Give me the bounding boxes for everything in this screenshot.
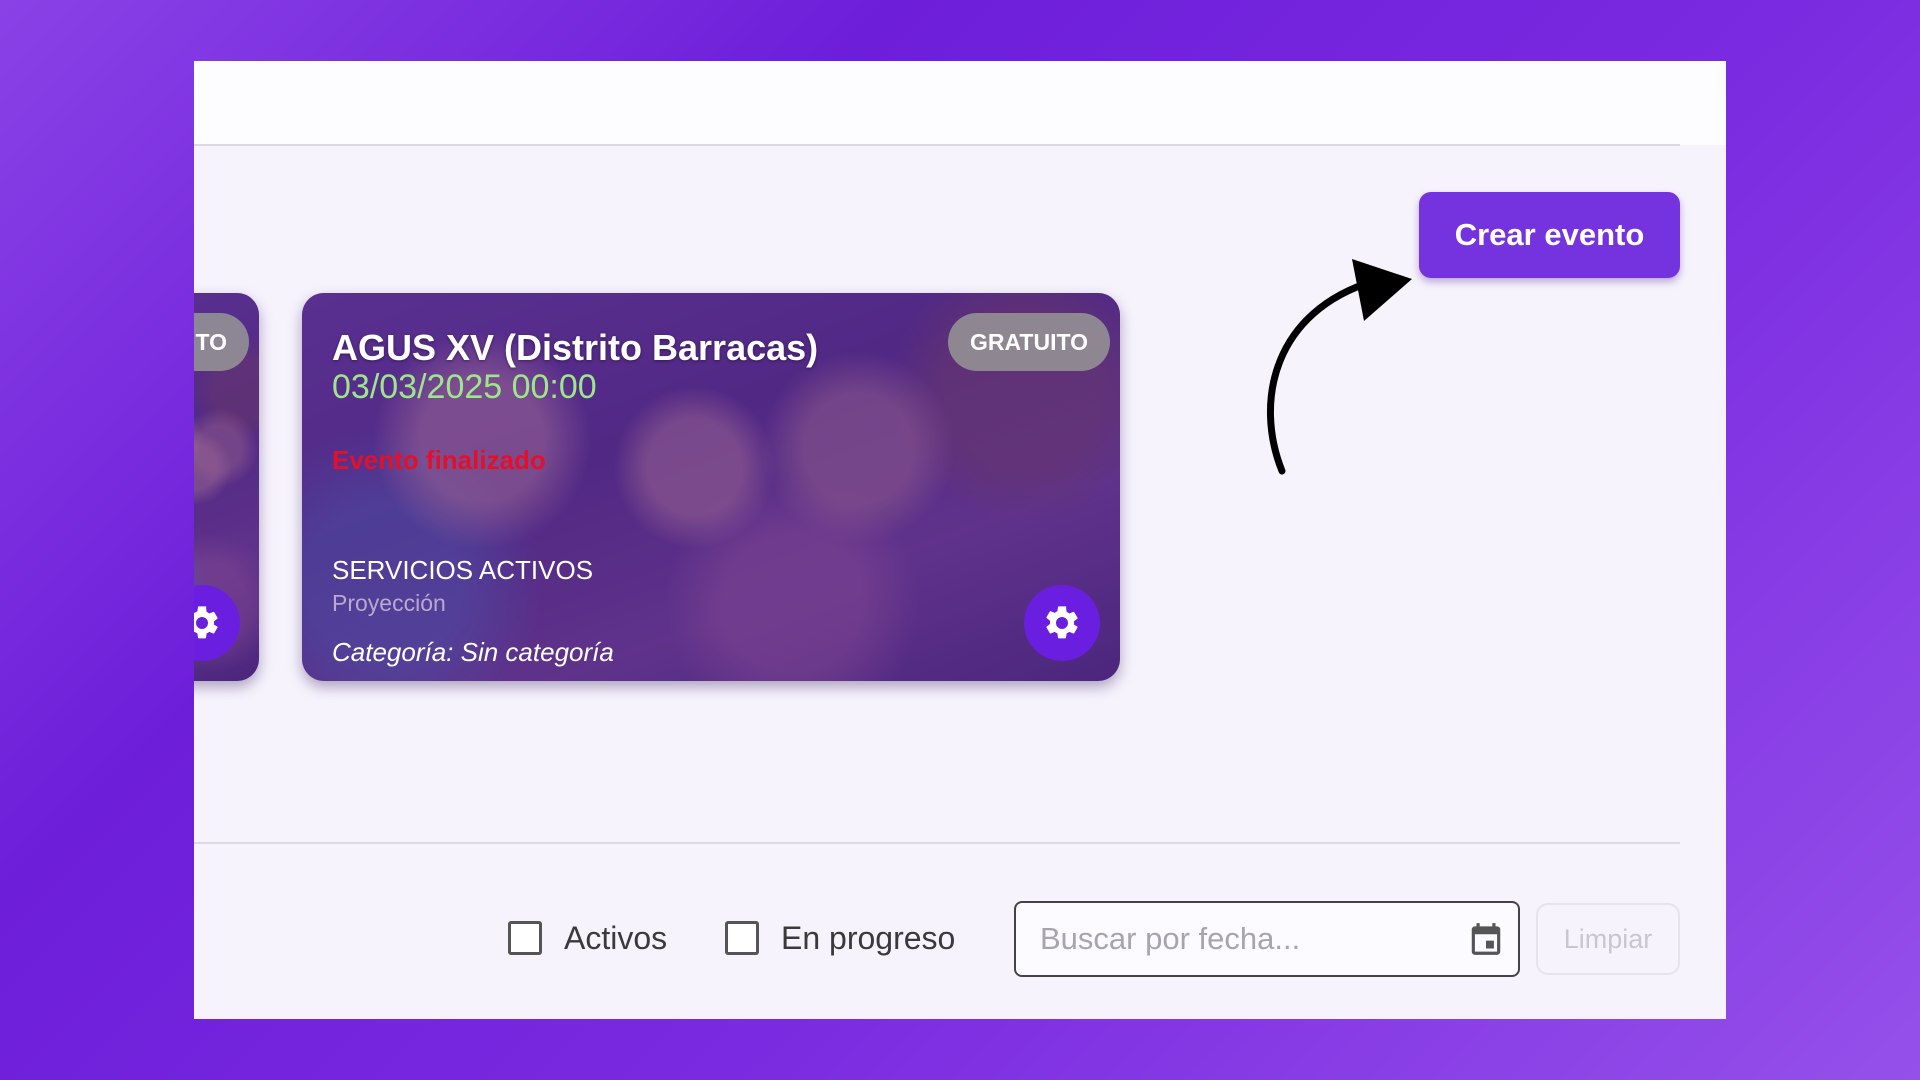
active-label: Activos: [564, 919, 668, 956]
card-settings-button[interactable]: [1024, 585, 1100, 661]
in-progress-checkbox[interactable]: [725, 921, 759, 955]
clear-button[interactable]: Limpiar: [1536, 903, 1680, 975]
date-search-field: [1014, 901, 1520, 977]
bottom-divider: [194, 842, 1680, 844]
event-card[interactable]: GRATUITO AGUS XV (Distrito Barracas) 03/…: [302, 293, 1120, 681]
in-progress-label: En progreso: [781, 919, 956, 956]
price-badge: GRATUITO: [948, 313, 1110, 371]
filter-bar: Activos En progreso Limpiar: [194, 898, 1726, 978]
events-panel: Crear evento ITO GRATUITO AGUS XV (Distr…: [194, 61, 1726, 1019]
top-divider: [194, 144, 1680, 146]
event-date: 03/03/2025 00:00: [332, 368, 597, 406]
service-item: Proyección: [332, 590, 446, 616]
event-category: Categoría: Sin categoría: [332, 637, 614, 667]
filter-in-progress[interactable]: En progreso: [725, 898, 955, 978]
services-heading: SERVICIOS ACTIVOS: [332, 555, 594, 585]
gear-icon: [1046, 606, 1078, 639]
active-checkbox[interactable]: [508, 921, 542, 955]
filter-active[interactable]: Activos: [508, 898, 667, 978]
curved-arrow-icon: [1267, 259, 1412, 475]
calendar-icon: [1471, 923, 1501, 955]
date-search-input[interactable]: [1016, 903, 1454, 975]
gear-icon: [194, 606, 218, 639]
create-event-button[interactable]: Crear evento: [1419, 192, 1680, 278]
calendar-button[interactable]: [1454, 903, 1518, 975]
panel-header: [194, 61, 1726, 145]
event-card-partial[interactable]: ITO: [194, 293, 259, 681]
event-title: AGUS XV (Distrito Barracas): [332, 327, 819, 368]
event-status: Evento finalizado: [332, 445, 546, 475]
